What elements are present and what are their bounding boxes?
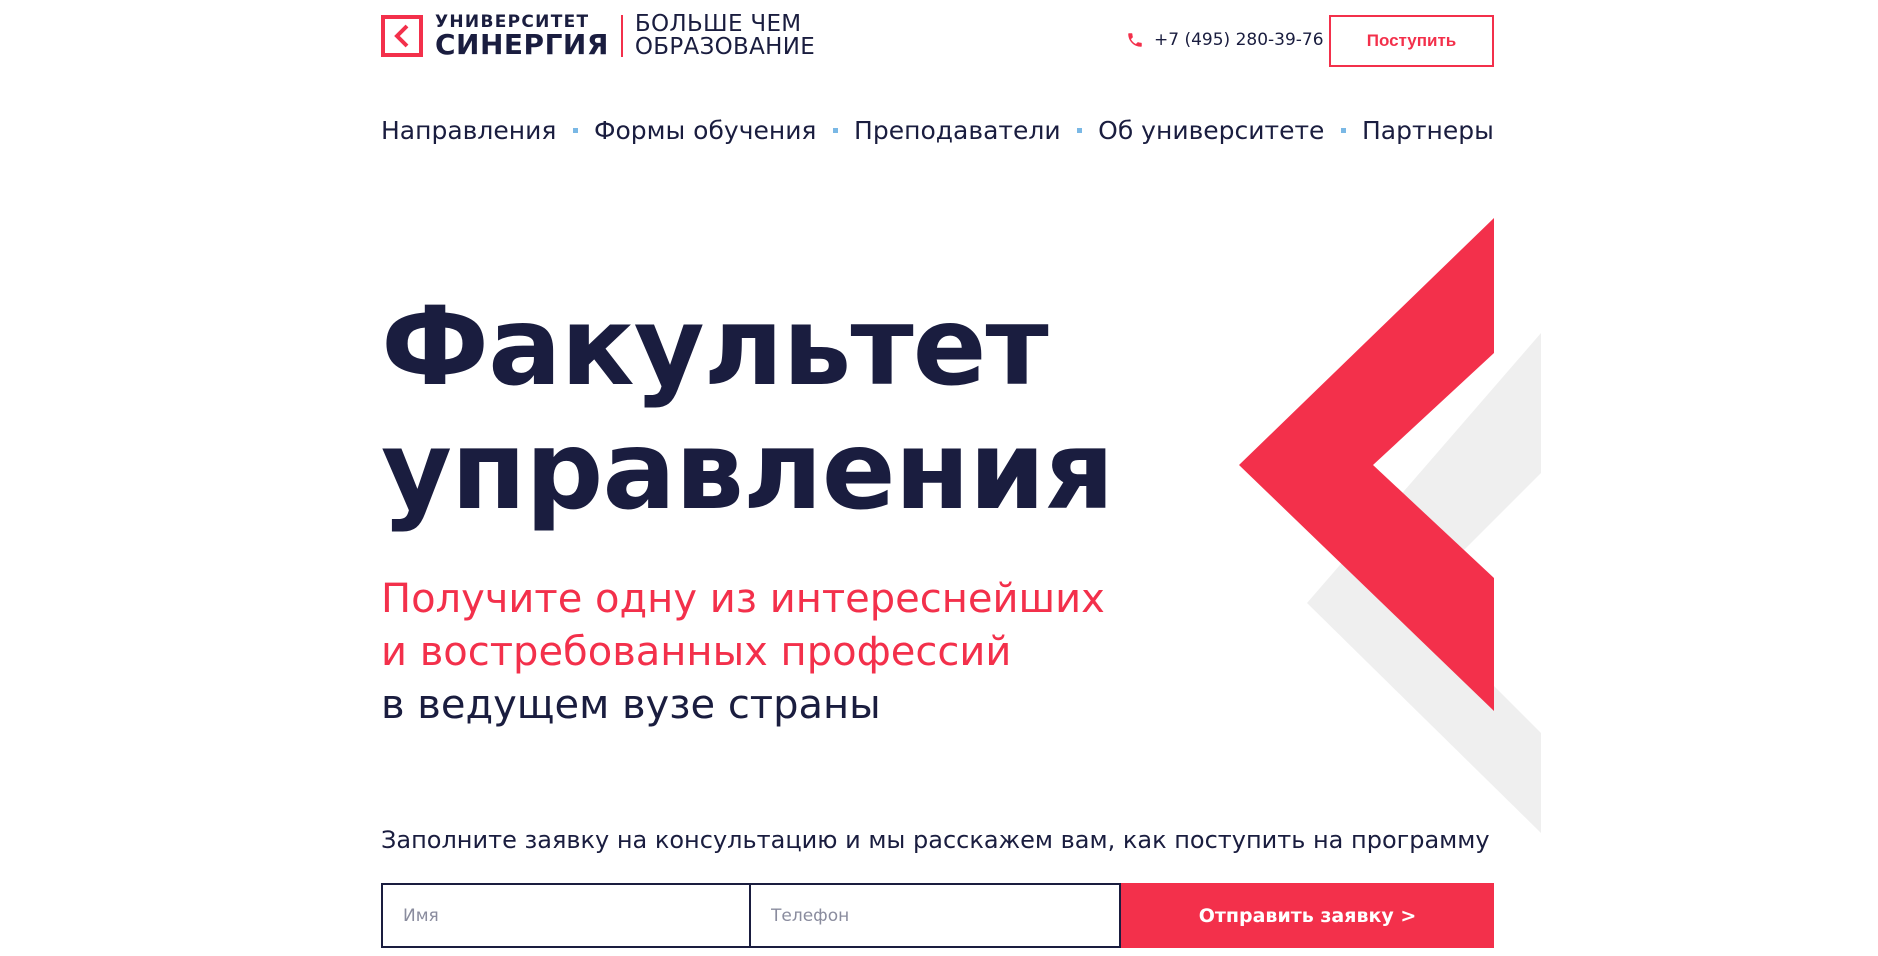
consultation-form: Отправить заявку >	[381, 883, 1494, 948]
phone-icon	[1128, 33, 1142, 47]
form-caption: Заполните заявку на консультацию и мы ра…	[381, 826, 1490, 854]
logo[interactable]: УНИВЕРСИТЕТ СИНЕРГИЯ БОЛЬШЕ ЧЕМ ОБРАЗОВА…	[381, 13, 815, 61]
title-line1: Факультет	[381, 283, 1049, 410]
chevron-decoration-icon	[1239, 218, 1541, 833]
submit-button[interactable]: Отправить заявку >	[1121, 883, 1494, 948]
nav-separator	[572, 128, 578, 133]
title-line2: управления	[381, 407, 1114, 534]
logo-line2: СИНЕРГИЯ	[435, 27, 609, 61]
main-nav: Направления Формы обучения Преподаватели…	[381, 116, 1494, 145]
subtitle-line2: и востребованных профессий	[381, 629, 1012, 675]
nav-separator	[832, 128, 838, 133]
slogan-line1: БОЛЬШЕ ЧЕМ	[634, 11, 802, 37]
apply-button[interactable]: Поступить	[1329, 15, 1494, 67]
logo-text: УНИВЕРСИТЕТ СИНЕРГИЯ	[435, 13, 609, 61]
phone-number: +7 (495) 280-39-76	[1154, 30, 1324, 50]
name-field[interactable]	[381, 883, 750, 948]
hero-subtitle: Получите одну из интереснейших и востреб…	[381, 573, 1105, 732]
subtitle-line1: Получите одну из интереснейших	[381, 576, 1105, 622]
logo-separator	[620, 15, 623, 57]
nav-item-about[interactable]: Об университете	[1098, 116, 1324, 145]
subtitle-line3: в ведущем вузе страны	[381, 682, 881, 728]
logo-slogan: БОЛЬШЕ ЧЕМ ОБРАЗОВАНИЕ	[635, 13, 815, 59]
nav-item-directions[interactable]: Направления	[381, 116, 556, 145]
nav-item-study-forms[interactable]: Формы обучения	[594, 116, 817, 145]
page-container: УНИВЕРСИТЕТ СИНЕРГИЯ БОЛЬШЕ ЧЕМ ОБРАЗОВА…	[381, 0, 1541, 956]
page-title: Факультет управления	[381, 283, 1114, 534]
logo-mark-icon	[381, 15, 423, 57]
slogan-line2: ОБРАЗОВАНИЕ	[634, 34, 816, 60]
nav-separator	[1340, 128, 1346, 133]
nav-item-teachers[interactable]: Преподаватели	[854, 116, 1061, 145]
nav-item-partners[interactable]: Партнеры	[1362, 116, 1494, 145]
phone-field[interactable]	[750, 883, 1121, 948]
nav-separator	[1076, 128, 1082, 133]
header-phone[interactable]: +7 (495) 280-39-76	[1126, 30, 1324, 50]
